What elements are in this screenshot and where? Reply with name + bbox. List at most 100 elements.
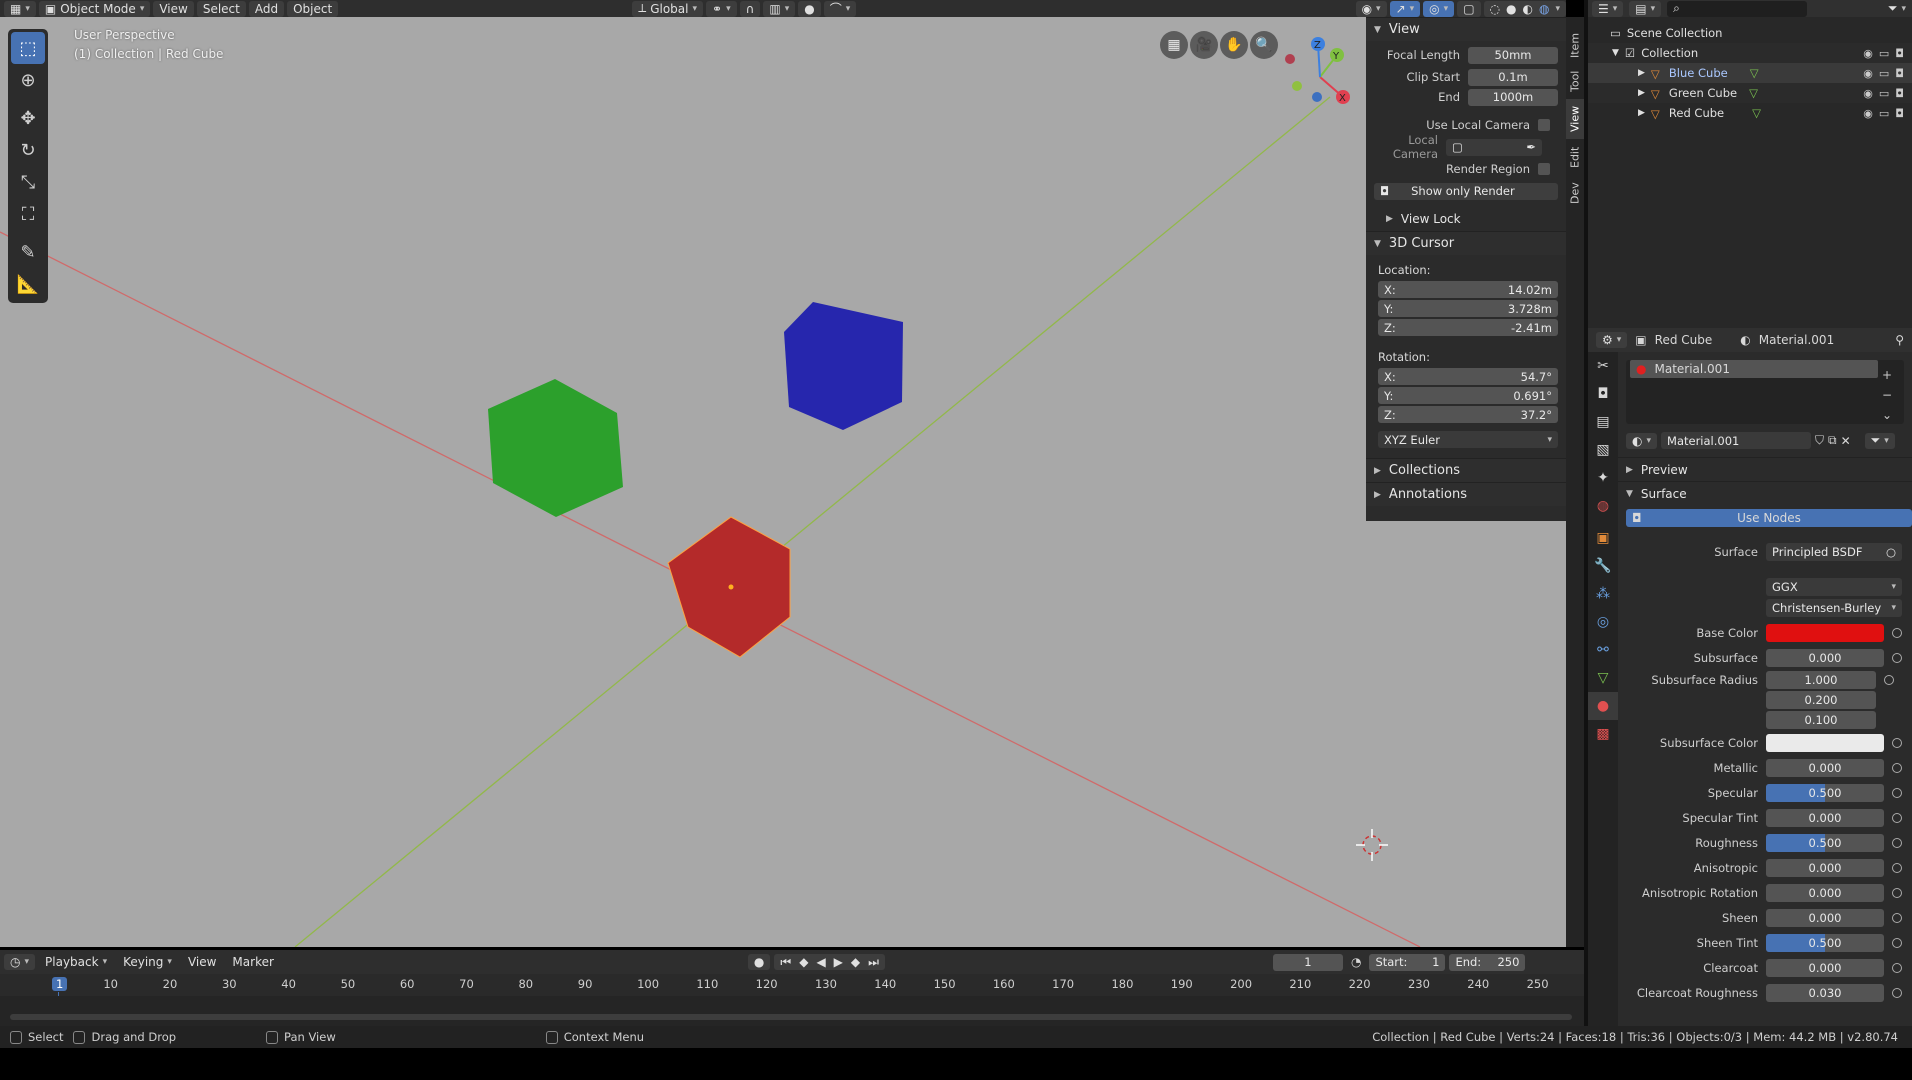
- anisotropic-rotation-slider[interactable]: 0.000: [1766, 883, 1884, 902]
- tab-scene[interactable]: ✦: [1588, 464, 1618, 492]
- clearcoat-slider[interactable]: 0.000: [1766, 958, 1884, 977]
- tab-tool[interactable]: Tool: [1566, 63, 1584, 99]
- tab-texture[interactable]: ▩: [1588, 720, 1618, 748]
- tab-tool-props[interactable]: ✂: [1588, 352, 1618, 380]
- camera-view-button[interactable]: 🎥: [1190, 31, 1218, 59]
- base-color-swatch[interactable]: [1766, 623, 1884, 642]
- rotation-mode-dropdown[interactable]: XYZ Euler ▾: [1378, 431, 1558, 448]
- clearcoat-roughness-slider[interactable]: 0.030: [1766, 983, 1884, 1002]
- subsurface-field[interactable]: 0.000: [1766, 648, 1884, 667]
- camera-icon[interactable]: ◘: [1895, 87, 1904, 100]
- local-camera-field[interactable]: ▢ ✒: [1446, 138, 1542, 156]
- tab-dev[interactable]: Dev: [1566, 175, 1584, 211]
- outliner-search-input[interactable]: ⌕: [1667, 0, 1808, 17]
- cursor-location-y[interactable]: Y: 3.728m: [1378, 300, 1558, 317]
- eye-icon[interactable]: ◉: [1863, 47, 1873, 60]
- measure-tool[interactable]: 📐: [11, 268, 45, 300]
- collections-panel-header[interactable]: ▶ Collections: [1366, 458, 1566, 482]
- scale-tool[interactable]: ⤡: [11, 166, 45, 198]
- surface-shader-field[interactable]: Principled BSDF ○: [1766, 542, 1902, 561]
- roughness-slider[interactable]: 0.500: [1766, 833, 1884, 852]
- surface-panel-header[interactable]: ▼ Surface: [1618, 481, 1912, 505]
- monitor-icon[interactable]: ▭: [1879, 87, 1889, 100]
- sheen-tint-slider[interactable]: 0.500: [1766, 933, 1884, 952]
- checkbox-icon[interactable]: ☑: [1625, 46, 1635, 60]
- filter-dropdown[interactable]: ⏷ ▾: [1882, 1, 1912, 17]
- socket-icon[interactable]: [1892, 862, 1902, 873]
- 3d-viewport[interactable]: X Y Z User Perspective (1) Collection | …: [0, 17, 1566, 947]
- prev-keyframe-icon[interactable]: ◆: [799, 955, 808, 969]
- select-box-tool[interactable]: ⬚: [11, 32, 45, 64]
- socket-icon[interactable]: [1892, 987, 1902, 998]
- monitor-icon[interactable]: ▭: [1879, 107, 1889, 120]
- specular-slider[interactable]: 0.500: [1766, 783, 1884, 802]
- tab-edit[interactable]: Edit: [1566, 139, 1584, 175]
- camera-icon[interactable]: ◘: [1895, 107, 1904, 120]
- timeline-scrollbar[interactable]: [10, 1014, 1572, 1020]
- menu-playback[interactable]: Playback ▾: [39, 954, 113, 970]
- play-reverse-icon[interactable]: ◀: [816, 955, 825, 969]
- menu-view[interactable]: View: [153, 0, 194, 17]
- tab-output[interactable]: ▤: [1588, 408, 1618, 436]
- outliner-editor-type[interactable]: ☰ ▾: [1592, 0, 1624, 17]
- cursor-location-x[interactable]: X: 14.02m: [1378, 281, 1558, 298]
- current-frame-field[interactable]: 1: [1272, 953, 1343, 971]
- remove-slot-icon[interactable]: −: [1882, 388, 1892, 402]
- render-region-checkbox[interactable]: [1538, 163, 1550, 175]
- tab-object[interactable]: ▣: [1588, 524, 1618, 552]
- outliner-item-green-cube[interactable]: ▶ ▽ Green Cube ▽ ◉ ▭ ◘: [1588, 83, 1912, 103]
- socket-icon[interactable]: [1892, 652, 1902, 663]
- proportional-edit-toggle[interactable]: ●: [798, 0, 821, 17]
- socket-icon[interactable]: [1892, 962, 1902, 973]
- socket-icon[interactable]: [1892, 627, 1902, 638]
- metallic-slider[interactable]: 0.000: [1766, 758, 1884, 777]
- subsurface-radius-y[interactable]: 0.200: [1766, 691, 1876, 709]
- menu-keying[interactable]: Keying ▾: [117, 954, 178, 970]
- subsurface-radius-x[interactable]: 1.000: [1766, 671, 1876, 689]
- menu-add[interactable]: Add: [248, 0, 285, 17]
- pan-view-button[interactable]: ✋: [1220, 31, 1248, 59]
- menu-timeline-view[interactable]: View: [182, 954, 222, 970]
- tab-mesh-data[interactable]: ▽: [1588, 664, 1618, 692]
- move-tool[interactable]: ✥: [11, 102, 45, 134]
- visibility-dropdown[interactable]: ◉ ▾: [1355, 0, 1387, 17]
- jump-end-icon[interactable]: ⏭: [868, 955, 879, 970]
- chevron-down-icon[interactable]: ⌄: [1882, 408, 1892, 422]
- mode-dropdown[interactable]: ▣ Object Mode ▾: [38, 0, 151, 17]
- anisotropic-slider[interactable]: 0.000: [1766, 858, 1884, 877]
- node-tree-dropdown[interactable]: ⏷ ▾: [1864, 432, 1895, 449]
- stopwatch-icon[interactable]: ◔: [1351, 955, 1361, 969]
- auto-keying-toggle[interactable]: ●: [747, 954, 771, 970]
- pin-icon[interactable]: ⚲: [1895, 333, 1904, 347]
- distribution-dropdown[interactable]: GGX ▾: [1766, 577, 1902, 596]
- eye-icon[interactable]: ◉: [1863, 87, 1873, 100]
- cursor-location-z[interactable]: Z: -2.41m: [1378, 319, 1558, 336]
- collection-row[interactable]: ▼ ☑ Collection ◉ ▭ ◘: [1588, 43, 1912, 63]
- tab-physics[interactable]: ◎: [1588, 608, 1618, 636]
- gizmo-toggle[interactable]: ↗ ▾: [1389, 0, 1421, 17]
- shading-modes[interactable]: ◌ ● ◐ ◍ ▾: [1483, 0, 1566, 17]
- camera-icon[interactable]: ◘: [1895, 67, 1904, 80]
- eye-icon[interactable]: ◉: [1863, 107, 1873, 120]
- focal-length-field[interactable]: 50mm: [1468, 46, 1558, 64]
- socket-icon[interactable]: [1892, 762, 1902, 773]
- menu-marker[interactable]: Marker: [226, 954, 279, 970]
- socket-icon[interactable]: [1892, 812, 1902, 823]
- socket-icon[interactable]: [1892, 887, 1902, 898]
- rotate-tool[interactable]: ↻: [11, 134, 45, 166]
- tab-modifiers[interactable]: 🔧: [1588, 552, 1618, 580]
- cursor-rotation-x[interactable]: X: 54.7°: [1378, 368, 1558, 385]
- properties-editor-type[interactable]: ⚙ ▾: [1596, 332, 1628, 348]
- material-slot-item[interactable]: ● Material.001: [1630, 360, 1878, 378]
- show-only-render-button[interactable]: ◘ Show only Render: [1374, 182, 1558, 200]
- tab-material[interactable]: ●: [1588, 692, 1618, 720]
- socket-icon[interactable]: [1892, 737, 1902, 748]
- use-nodes-button[interactable]: ◘ Use Nodes: [1626, 509, 1912, 527]
- tab-item[interactable]: Item: [1566, 27, 1584, 63]
- specular-tint-slider[interactable]: 0.000: [1766, 808, 1884, 827]
- view-panel-header[interactable]: ▼ View: [1366, 17, 1566, 41]
- xray-toggle[interactable]: ▢: [1457, 0, 1481, 17]
- view-lock-subpanel[interactable]: ▶ View Lock: [1366, 207, 1566, 231]
- camera-icon[interactable]: ◘: [1895, 47, 1904, 60]
- timeline-ruler[interactable]: 1 10 20 30 40 50 60 70 80 90 100 110 120 130 140 150 160…: [0, 974, 1584, 1026]
